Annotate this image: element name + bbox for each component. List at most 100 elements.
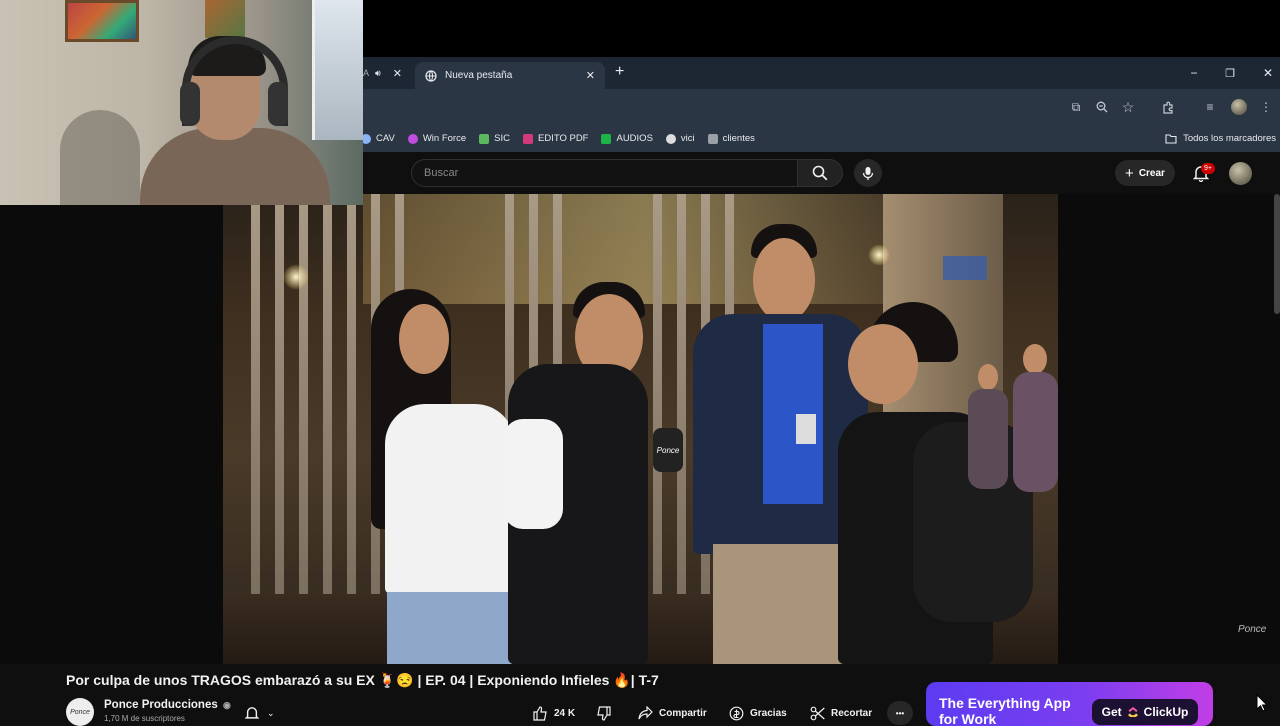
woman-shirt [385, 404, 515, 594]
video-title: Por culpa de unos TRAGOS embarazó a su E… [66, 672, 659, 688]
restore-button[interactable]: ❐ [1212, 57, 1248, 89]
share-button[interactable]: Compartir [638, 701, 707, 725]
bookmark-audios[interactable]: AUDIOS [601, 133, 653, 144]
clip-label: Recortar [831, 707, 873, 719]
channel-watermark: Ponce [1238, 624, 1267, 635]
building-lights [363, 194, 923, 304]
tab-previous[interactable]: A 🔊︎ ✕ [363, 57, 411, 89]
fence-slat [251, 194, 260, 594]
bookmark-icon [479, 133, 490, 144]
search-button[interactable] [797, 159, 843, 187]
share-icon [638, 706, 653, 720]
headset-ear [180, 82, 200, 126]
pdf-icon [522, 133, 533, 144]
webcam-overlay [0, 0, 363, 205]
clickup-ad[interactable]: The Everything App for Work Get ClickUp [926, 682, 1213, 726]
verified-icon: ◉ [222, 700, 231, 710]
more-actions-button[interactable]: ••• [887, 701, 913, 725]
thumbs-up-icon [533, 705, 547, 721]
minimize-button[interactable]: − [1176, 57, 1212, 89]
install-icon[interactable]: ⧉ [1067, 98, 1085, 116]
tab-title: A [363, 68, 370, 78]
ad-cta-button[interactable]: Get ClickUp [1092, 699, 1198, 725]
all-bookmarks-label: Todos los marcadores [1183, 133, 1276, 144]
video-player[interactable]: Ponce Ponce [0, 194, 1280, 664]
interviewer-sleeve [503, 419, 563, 529]
plus-icon: + [1125, 164, 1134, 182]
zoom-icon[interactable] [1093, 98, 1111, 116]
ad-headline-line2: for Work [939, 711, 997, 726]
thanks-label: Gracias [750, 707, 787, 719]
sign [943, 256, 987, 280]
thanks-button[interactable]: Gracias [729, 701, 787, 725]
ad-cta-prefix: Get [1101, 705, 1122, 719]
desktop-top-strip [363, 0, 1280, 57]
bookmark-label: CAV [376, 133, 395, 144]
menu-icon[interactable]: ⋮ [1257, 98, 1275, 116]
folder-icon [1165, 133, 1177, 144]
close-window-button[interactable]: ✕ [1250, 57, 1280, 89]
like-count: 24 K [554, 707, 576, 719]
search-icon [812, 165, 828, 181]
bookmark-label: EDITO PDF [537, 133, 589, 144]
bystander-face [1023, 344, 1047, 374]
profile-avatar[interactable] [1231, 99, 1247, 115]
tab-active[interactable]: Nueva pestaña ✕ [415, 62, 605, 89]
bookmark-label: vici [680, 133, 695, 144]
super-thanks-icon [729, 706, 744, 720]
fence-slat [677, 194, 686, 594]
new-tab-button[interactable]: + [615, 63, 624, 81]
extensions-icon[interactable] [1159, 98, 1177, 116]
chevron-down-icon: ⌄ [267, 707, 275, 718]
bystander [968, 389, 1008, 489]
bookmark-winforce[interactable]: Win Force [407, 133, 466, 144]
dislike-button[interactable] [596, 701, 611, 725]
media-control-icon[interactable]: ≡ [1201, 98, 1219, 116]
youtube-header: Buscar + Crear 9+ [363, 152, 1280, 194]
search-placeholder: Buscar [424, 167, 459, 179]
voice-search-button[interactable] [854, 159, 882, 187]
ad-cta-brand: ClickUp [1143, 705, 1189, 719]
share-label: Compartir [659, 707, 707, 719]
all-bookmarks[interactable]: Todos los marcadores [1165, 125, 1276, 152]
channel-avatar[interactable]: Ponce [66, 698, 94, 726]
fence-slat [323, 194, 332, 594]
clip-button[interactable]: Recortar [810, 701, 872, 725]
bookmark-icon [407, 133, 418, 144]
ad-headline: The Everything App for Work [939, 695, 1071, 726]
bookmark-edito-pdf[interactable]: EDITO PDF [522, 133, 589, 144]
close-icon[interactable]: ✕ [586, 69, 595, 82]
speaker-icon[interactable]: 🔊︎ [375, 68, 381, 79]
woman-face [399, 304, 449, 374]
subscription-bell-button[interactable]: ⌄ [245, 702, 291, 724]
bookmark-icon [707, 133, 718, 144]
bookmark-cav[interactable]: CAV [361, 133, 395, 144]
bystander [1013, 372, 1058, 492]
bystander-face [978, 364, 998, 390]
bookmark-clientes[interactable]: clientes [707, 133, 755, 144]
close-icon[interactable]: ✕ [393, 67, 402, 80]
search-input[interactable]: Buscar [411, 159, 799, 187]
fence-slat [347, 194, 356, 594]
wall-painting [65, 0, 139, 42]
scrollbar-thumb[interactable] [1274, 194, 1280, 314]
channel-name[interactable]: Ponce Producciones ◉ [104, 699, 231, 711]
wall-painting [205, 0, 245, 38]
bookmark-sic[interactable]: SIC [479, 133, 510, 144]
create-button[interactable]: + Crear [1115, 160, 1175, 186]
like-button[interactable]: 24 K [533, 701, 575, 725]
woman-jeans [387, 592, 512, 664]
video-frame[interactable]: Ponce [223, 194, 1058, 664]
bookmark-vici[interactable]: vici [665, 133, 695, 144]
bookmark-label: SIC [494, 133, 510, 144]
fence-slat [275, 194, 284, 594]
scissors-icon [810, 706, 825, 720]
mouse-cursor-icon [1256, 694, 1268, 712]
bell-icon [245, 706, 259, 719]
bookmarks-bar: CAV Win Force SIC EDITO PDF AUDIOS vici … [361, 125, 1280, 152]
avatar[interactable] [1229, 162, 1252, 185]
thumbs-down-icon [597, 705, 611, 721]
clickup-logo-icon [1127, 707, 1138, 717]
star-icon[interactable]: ☆ [1119, 98, 1137, 116]
tab-strip: A 🔊︎ ✕ Nueva pestaña ✕ + − ❐ ✕ [363, 57, 1280, 89]
